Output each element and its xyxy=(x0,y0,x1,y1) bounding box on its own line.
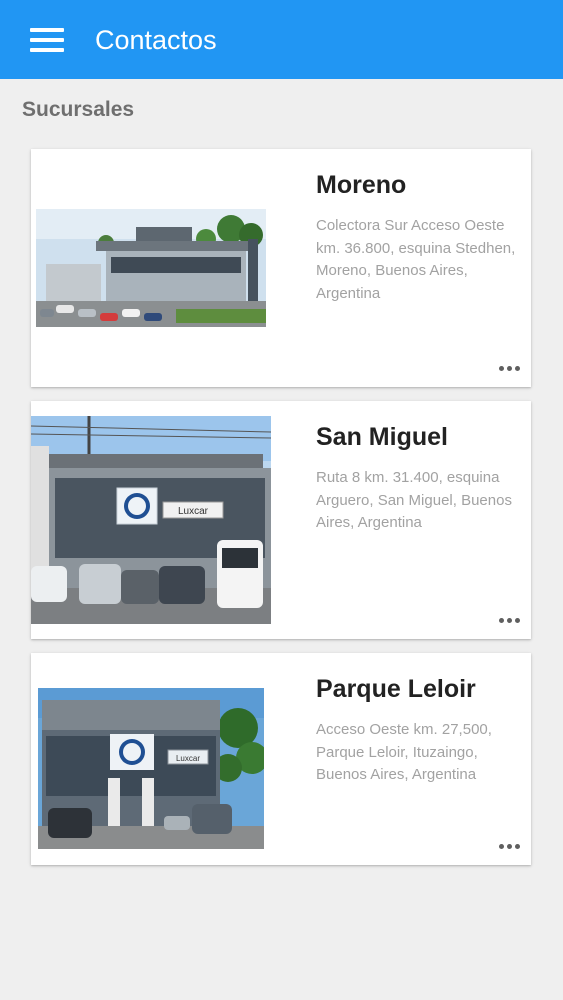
branch-photo: Luxcar xyxy=(31,416,271,624)
more-horizontal-icon[interactable] xyxy=(498,615,522,625)
branch-address: Colectora Sur Acceso Oeste km. 36.800, e… xyxy=(316,217,516,302)
branch-photo: Luxcar xyxy=(38,688,264,849)
branch-address: Ruta 8 km. 31.400, esquina Arguero, San … xyxy=(316,469,512,531)
branch-card-san-miguel[interactable]: Luxcar San Miguel Ruta 8 km. 31.400, esq… xyxy=(31,401,531,639)
section-title: Sucursales xyxy=(22,98,135,121)
branch-name: San Miguel xyxy=(316,423,448,451)
branch-card-parque-leloir[interactable]: Luxcar Parque Leloir Acceso Oeste km. 27… xyxy=(31,653,531,865)
branch-photo xyxy=(36,209,266,327)
hamburger-menu-icon[interactable] xyxy=(25,22,67,58)
dealer-sign: Luxcar xyxy=(176,754,200,763)
dealer-sign: Luxcar xyxy=(178,506,209,517)
branch-name: Moreno xyxy=(316,171,407,199)
branch-address: Acceso Oeste km. 27,500, Parque Leloir, … xyxy=(316,721,492,783)
more-horizontal-icon[interactable] xyxy=(498,363,522,373)
more-horizontal-icon[interactable] xyxy=(498,841,522,851)
branch-card-moreno[interactable]: Moreno Colectora Sur Acceso Oeste km. 36… xyxy=(31,149,531,387)
page-title: Contactos xyxy=(95,25,217,55)
app-bar: Contactos xyxy=(0,0,563,79)
branch-name: Parque Leloir xyxy=(316,675,476,703)
